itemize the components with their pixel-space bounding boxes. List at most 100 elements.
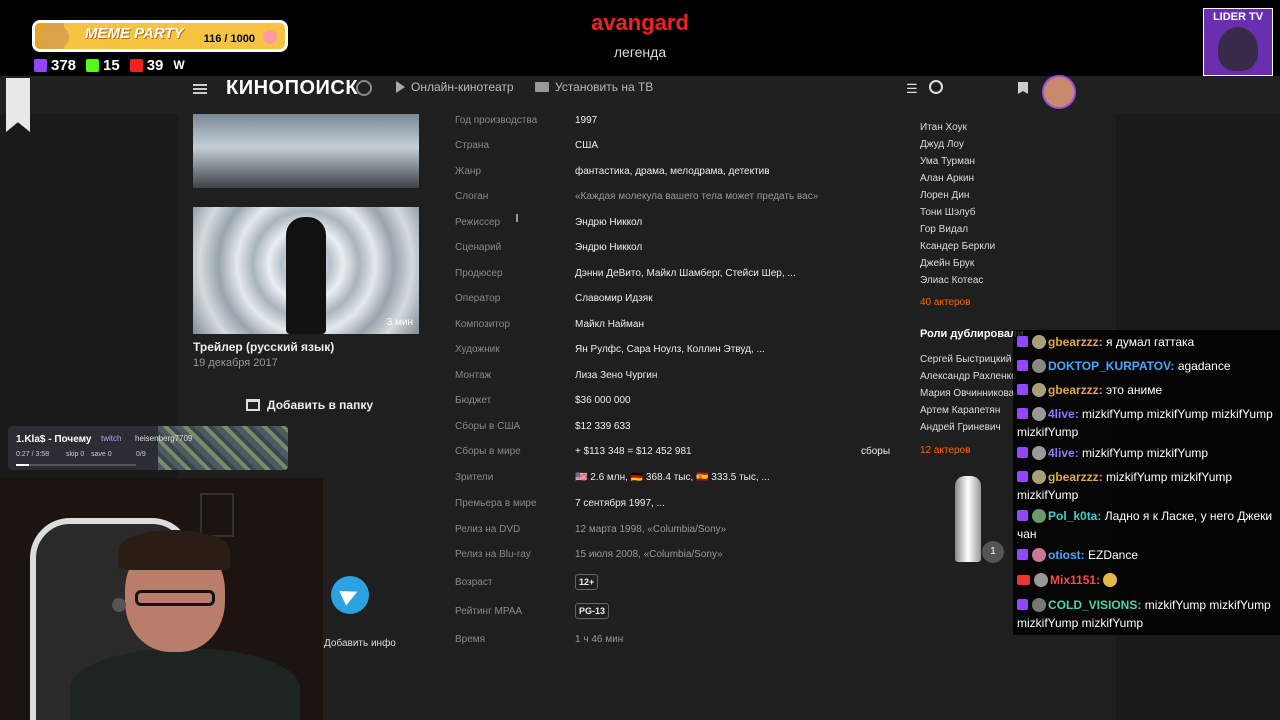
trailer-date: 19 декабря 2017	[193, 357, 278, 369]
telegram-icon[interactable]	[331, 576, 369, 614]
stream-title: avangard	[591, 10, 689, 35]
chat-text: agadance	[1177, 359, 1231, 373]
banana-emote-icon	[1103, 573, 1118, 587]
chat-text: mizkifYump mizkifYump	[1082, 446, 1209, 460]
actor-link[interactable]: Лорен Дин	[920, 190, 969, 201]
kick-count: 15	[103, 56, 120, 74]
oscar-statuette-icon[interactable]	[955, 476, 981, 562]
viewer-stats: 378 15 39 W	[34, 56, 185, 74]
dubbing-title[interactable]: Роли дублировали	[920, 328, 1024, 340]
user-badge	[1032, 407, 1046, 421]
chat-nick[interactable]: 4live:	[1048, 446, 1079, 460]
chat-message: 4live: mizkifYump mizkifYump mizkifYump …	[1017, 405, 1279, 441]
chat-message: 4live: mizkifYump mizkifYump	[1017, 444, 1279, 462]
detail-value-age: 12+	[575, 574, 599, 590]
detail-value-time: 1 ч 46 мин	[575, 634, 624, 645]
detail-value-director[interactable]: Эндрю Никкол	[575, 217, 642, 228]
menu-icon[interactable]	[193, 82, 207, 96]
actor-link[interactable]: Тони Шэлуб	[920, 207, 976, 218]
add-to-folder-button[interactable]: Добавить в папку	[246, 398, 373, 412]
chat-nick[interactable]: otiost:	[1048, 548, 1085, 562]
dubbing-actor-link[interactable]: Артем Карапетян	[920, 405, 1000, 416]
save-count: save 0	[91, 451, 112, 458]
detail-value-year[interactable]: 1997	[575, 115, 597, 126]
meme-party-progress: MEME PARTY 116 / 1000	[32, 20, 288, 52]
chat-text: EZDance	[1088, 548, 1139, 562]
detail-value-producer[interactable]: Дэнни ДеВито, Майкл Шамберг, Стейси Шер,…	[575, 268, 796, 279]
detail-value-editing[interactable]: Лиза Зено Чургин	[575, 370, 657, 381]
user-badge	[1032, 383, 1046, 397]
track-requester: heisenberg7709	[135, 434, 193, 443]
trailer-duration: 3 мин	[386, 317, 413, 328]
twitch-icon	[1017, 336, 1028, 347]
twitch-icon	[1017, 447, 1028, 458]
kinopoisk-logo[interactable]: КИНОПОИСК	[226, 77, 358, 100]
age-badge: 12+	[575, 574, 599, 590]
skip-count: skip 0	[66, 451, 85, 458]
actor-link[interactable]: Джейн Брук	[920, 258, 974, 269]
chat-message: gbearzzz: я думал гаттака	[1017, 333, 1279, 351]
actor-link[interactable]: Джуд Лоу	[920, 139, 964, 150]
trailer-thumbnail[interactable]: 3 мин	[193, 207, 419, 334]
dubbing-actor-link[interactable]: Мария Овчинникова	[920, 388, 1014, 399]
track-title: 1.Kla$ - Почему	[16, 434, 92, 445]
detail-value-box-world: + $113 348 = $12 452 981	[575, 446, 692, 457]
actor-link[interactable]: Ксандер Беркли	[920, 241, 995, 252]
detail-value-viewers[interactable]: 🇺🇸 2.6 млн, 🇩🇪 368.4 тыс, 🇪🇸 333.5 тыс, …	[575, 472, 770, 483]
dubbing-actor-link[interactable]: Александр Рахленко	[920, 371, 1017, 382]
actor-link[interactable]: Ума Турман	[920, 156, 975, 167]
detail-value-writer[interactable]: Эндрю Никкол	[575, 242, 642, 253]
search-icon[interactable]	[929, 80, 943, 94]
actors-count-link[interactable]: 40 актеров	[920, 297, 970, 308]
logo-circle-icon	[356, 80, 372, 96]
detail-value-country[interactable]: США	[575, 140, 598, 151]
streamer-hair	[118, 530, 230, 570]
trailer-thumbnail-top[interactable]	[193, 114, 419, 188]
lider-avatar	[1218, 27, 1258, 71]
detail-value-premiere[interactable]: 7 сентября 1997, ...	[575, 498, 665, 509]
detail-value-genre[interactable]: фантастика, драма, мелодрама, детектив	[575, 166, 770, 177]
chat-nick[interactable]: Pol_k0ta:	[1048, 509, 1101, 523]
trailer-title[interactable]: Трейлер (русский язык)	[193, 340, 334, 354]
detail-value-slogan: «Каждая молекула вашего тела может преда…	[575, 191, 819, 202]
actor-link[interactable]: Итан Хоук	[920, 122, 967, 133]
w-stat: W	[173, 58, 184, 72]
detail-label-age: Возраст	[455, 577, 493, 588]
actor-link[interactable]: Алан Аркин	[920, 173, 974, 184]
detail-value-artist[interactable]: Ян Рулфс, Сара Ноулз, Коллин Этвуд, ...	[575, 344, 765, 355]
filter-icon[interactable]: ☰	[906, 81, 920, 96]
chat-nick[interactable]: 4live:	[1048, 407, 1079, 421]
actor-link[interactable]: Гор Видал	[920, 224, 968, 235]
mpaa-badge: PG-13	[575, 603, 610, 619]
doge-icon	[39, 24, 69, 49]
dubbing-count-link[interactable]: 12 актеров	[920, 445, 970, 456]
detail-label-writer: Сценарий	[455, 242, 502, 253]
chat-nick[interactable]: gbearzzz:	[1048, 383, 1103, 397]
stream-subtitle: легенда	[613, 44, 667, 60]
chat-nick[interactable]: gbearzzz:	[1048, 335, 1103, 349]
twitch-icon	[1017, 510, 1028, 521]
streamer-glasses	[135, 590, 215, 606]
add-info-link[interactable]: Добавить инфо	[324, 638, 396, 649]
dubbing-actor-link[interactable]: Андрей Гриневич	[920, 422, 1001, 433]
detail-label-year: Год производства	[455, 115, 538, 126]
chat-message: Pol_k0ta: Ладно я к Ласке, у него Джеки …	[1017, 507, 1279, 543]
nav-online-cinema[interactable]: Онлайн-кинотеатр	[396, 80, 514, 94]
detail-value-operator[interactable]: Славомир Идзяк	[575, 293, 653, 304]
detail-label-dvd: Релиз на DVD	[455, 524, 521, 535]
actor-link[interactable]: Элиас Котеас	[920, 275, 983, 286]
nav-install-tv[interactable]: Установить на ТВ	[535, 80, 653, 94]
chat-nick[interactable]: gbearzzz:	[1048, 470, 1103, 484]
user-badge	[1032, 359, 1046, 373]
detail-value-composer[interactable]: Майкл Найман	[575, 319, 644, 330]
meme-party-counter: 116 / 1000	[203, 33, 255, 45]
user-avatar[interactable]	[1042, 75, 1076, 109]
detail-label-slogan: Слоган	[455, 191, 489, 202]
chat-nick[interactable]: Mix1151:	[1050, 573, 1100, 587]
detail-value-box-usa: $12 339 633	[575, 421, 631, 432]
chat-nick[interactable]: COLD_VISIONS:	[1048, 598, 1141, 612]
box-office-link[interactable]: сборы	[861, 446, 890, 457]
dubbing-actor-link[interactable]: Сергей Быстрицкий	[920, 354, 1011, 365]
chat-nick[interactable]: DOKTOP_KURPATOV:	[1048, 359, 1174, 373]
detail-label-premiere: Премьера в мире	[455, 498, 537, 509]
